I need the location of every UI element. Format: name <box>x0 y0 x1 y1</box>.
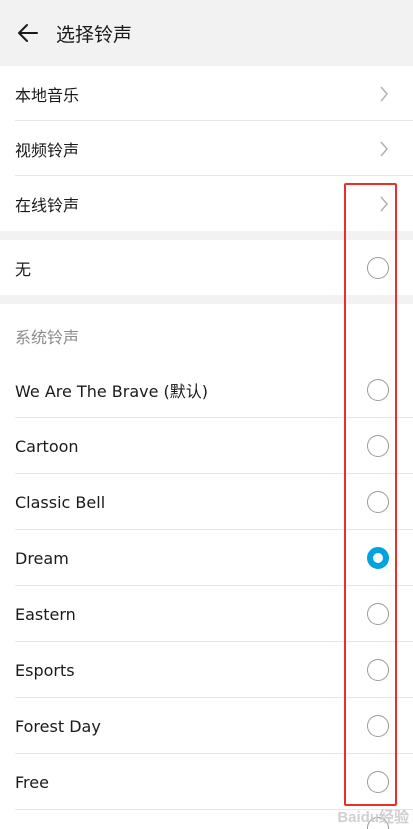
ringtone-label: Dream <box>15 548 69 568</box>
ringtone-label: Cartoon <box>15 436 79 456</box>
ringtone-item[interactable]: Classic Bell <box>0 474 413 530</box>
ringtone-label: Free <box>15 772 49 792</box>
ringtone-label: Forest Day <box>15 716 101 736</box>
section-title-system-ringtones: 系统铃声 <box>15 328 80 347</box>
radio-button[interactable] <box>367 435 389 457</box>
radio-button[interactable] <box>367 771 389 793</box>
ringtone-item[interactable]: Esports <box>0 642 413 698</box>
nav-item-label: 视频铃声 <box>15 140 80 160</box>
section-gap <box>0 295 413 304</box>
watermark: Baidu经验 <box>337 809 409 826</box>
app-header: 选择铃声 <box>0 0 413 66</box>
radio-button[interactable] <box>367 491 389 513</box>
ringtone-none-option[interactable]: 无 <box>0 240 413 295</box>
nav-item-label: 在线铃声 <box>15 195 80 215</box>
ringtone-item[interactable]: We Are The Brave (默认) <box>0 362 413 418</box>
ringtone-label: 无 <box>15 259 32 279</box>
ringtone-item[interactable]: Eastern <box>0 586 413 642</box>
chevron-right-icon <box>380 86 388 101</box>
ringtone-item[interactable]: Dream <box>0 530 413 586</box>
radio-button[interactable] <box>367 379 389 401</box>
section-gap <box>0 231 413 240</box>
chevron-right-icon <box>380 141 388 156</box>
chevron-right-icon <box>380 196 388 211</box>
ringtone-label: Classic Bell <box>15 492 106 512</box>
page-title: 选择铃声 <box>56 23 133 46</box>
arrow-left-icon <box>18 24 38 42</box>
ringtone-item[interactable]: Forest Day <box>0 698 413 754</box>
ringtone-item[interactable]: Free <box>0 754 413 810</box>
nav-item-local-music[interactable]: 本地音乐 <box>0 66 413 121</box>
radio-button-selected[interactable] <box>367 547 389 569</box>
radio-button[interactable] <box>367 659 389 681</box>
ringtone-label: We Are The Brave (默认) <box>15 382 209 401</box>
nav-item-label: 本地音乐 <box>15 85 80 105</box>
back-button[interactable] <box>14 19 42 47</box>
radio-button[interactable] <box>367 603 389 625</box>
ringtone-item[interactable]: Cartoon <box>0 418 413 474</box>
radio-button[interactable] <box>367 256 389 279</box>
ringtone-label: Eastern <box>15 604 76 624</box>
nav-item-online-ringtones[interactable]: 在线铃声 <box>0 176 413 231</box>
radio-button[interactable] <box>367 715 389 737</box>
nav-item-video-ringtones[interactable]: 视频铃声 <box>0 121 413 176</box>
ringtone-label: Esports <box>15 660 75 680</box>
